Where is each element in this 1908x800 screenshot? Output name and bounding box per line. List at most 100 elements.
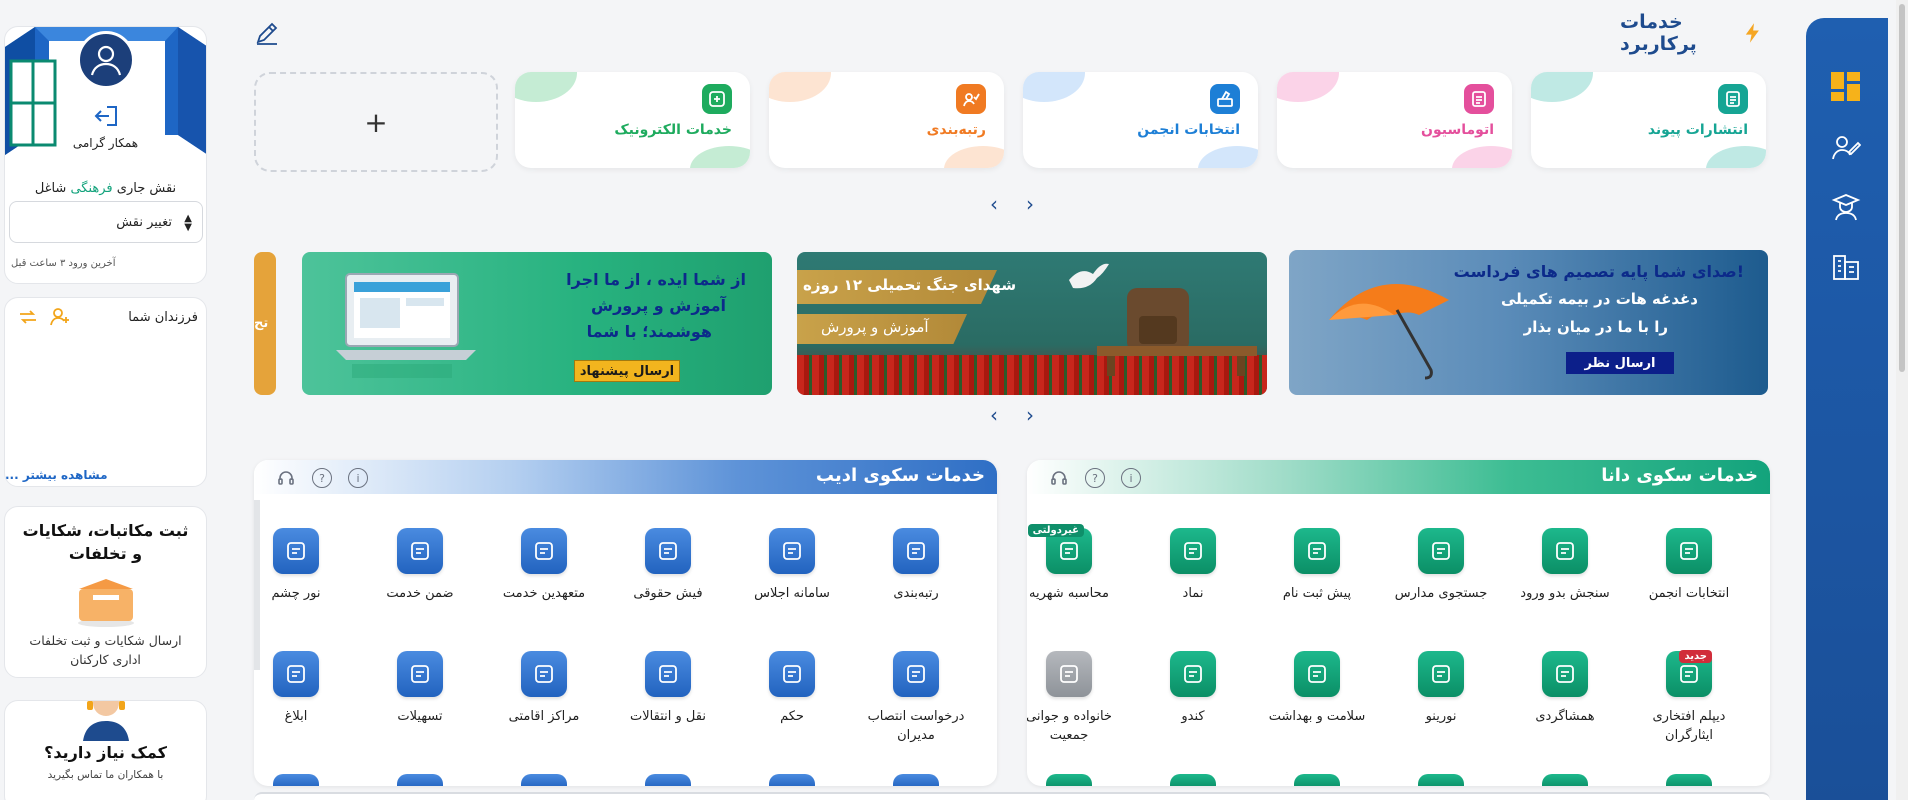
avatar[interactable] [77,31,135,89]
service-item[interactable]: حکم [730,651,854,727]
service-label: همشاگردی [1535,709,1595,724]
service-item[interactable]: نقل و انتقالات [606,651,730,727]
add-child-icon[interactable] [49,306,71,328]
service-item[interactable]: کندو [1131,651,1255,727]
service-icon [1294,774,1340,786]
service-icon [1170,774,1216,786]
service-icon [1542,651,1588,697]
favorite-card[interactable]: رتبه‌بندی [769,72,1004,168]
page-scrollbar[interactable] [1896,0,1908,800]
banner-martyrs[interactable]: شهدای جنگ تحمیلی ۱۲ روزه آموزش و پرورش [797,252,1267,395]
service-item[interactable]: فیش حقوقی [606,528,730,604]
service-item[interactable]: سنجش بدو ورود [1503,528,1627,604]
service-item[interactable]: مراکز اقامتی [482,651,606,727]
service-item[interactable]: ضمن خدمت [358,528,482,604]
service-icon [769,651,815,697]
teacher-icon[interactable] [1827,128,1865,166]
service-item[interactable]: سلامت و بهداشت [1255,651,1379,727]
service-item[interactable]: درخواست انتصاب مدیران [854,651,978,746]
change-role-select[interactable]: تغییر نقش ▲ ▼ [9,201,203,243]
service-icon [1210,84,1240,114]
chevron-left-icon[interactable]: ‹ [986,192,1002,216]
service-icon [1666,774,1712,786]
service-item[interactable]: دیپلم افتخاری ایثارگران [1627,651,1751,746]
refresh-icon[interactable] [17,306,39,328]
adib-services-panel: خدمات سکوی ادیب i ? رتبه‌بندی سامانه اجلا… [254,460,997,786]
service-icon [645,528,691,574]
help-question-icon[interactable]: ? [1085,468,1105,488]
banner-ideas-line1: از شما ایده ، از ما اجرا [566,270,746,289]
chevron-left-icon[interactable]: ‹ [986,403,1002,427]
service-icon [521,774,567,786]
service-item[interactable]: تسهیلات [358,651,482,727]
scrollbar-thumb[interactable] [1899,4,1905,372]
lightning-icon [1746,23,1760,43]
complaint-card[interactable]: ثبت مکاتبات، شکایات و تخلفات ارسال شکایا… [4,506,207,678]
banner-ideas[interactable]: از شما ایده ، از ما اجرا آموزش و پرورش ه… [302,252,772,395]
service-item[interactable]: ابلاغ [254,651,358,727]
card-decoration [769,72,831,102]
headset-icon[interactable] [1049,468,1069,488]
favorite-card-label: رتبه‌بندی [926,122,986,138]
service-label: مراکز اقامتی [508,709,580,724]
service-label: رتبه‌بندی [893,586,939,601]
service-item[interactable]: همشاگردی [1503,651,1627,727]
new-badge: جدید [1679,650,1712,663]
chevron-right-icon[interactable]: › [1022,192,1038,216]
service-item[interactable]: جستجوی مدارس [1379,528,1503,604]
service-icon [1294,651,1340,697]
service-icon [273,774,319,786]
card-decoration [944,146,1004,168]
banner-martyrs-title: شهدای جنگ تحمیلی ۱۲ روزه [803,276,1017,294]
service-icon [1046,774,1092,786]
user-avatar-icon [90,45,122,76]
card-decoration [1277,72,1339,102]
support-agent-icon [83,701,129,741]
add-favorite-button[interactable]: + [254,72,498,172]
service-item[interactable]: رتبه‌بندی [854,528,978,604]
card-decoration [1198,146,1258,168]
banner-peek[interactable]: تح [254,252,276,395]
service-icon [1418,651,1464,697]
student-icon[interactable] [1827,188,1865,226]
school-building-icon[interactable] [1827,248,1865,286]
banner-insurance[interactable]: صدای شما پایه تصمیم های فرداست! دغدغه ها… [1289,250,1768,395]
select-caret-icon: ▲ ▼ [184,213,192,233]
service-item[interactable]: خانواده و جوانی جمعیت [1027,651,1131,746]
service-item[interactable]: انتخابات انجمن [1627,528,1751,604]
favorite-card[interactable]: اتوماسیون [1277,72,1512,168]
favorite-card[interactable]: انتخابات انجمن [1023,72,1258,168]
service-label: نورینو [1425,709,1457,724]
logout-icon[interactable] [93,103,121,129]
service-item[interactable]: نماد [1131,528,1255,604]
banner-peek-text: تح [254,316,269,331]
dashboard-icon[interactable] [1827,68,1865,106]
card-decoration [1531,72,1593,102]
service-label: سلامت و بهداشت [1268,709,1366,724]
service-icon [956,84,986,114]
see-more-link[interactable]: مشاهده بیشتر ... [5,468,108,482]
banner-ideas-line3: هوشمند؛ با شما [586,322,712,341]
service-item[interactable]: نورینو [1379,651,1503,727]
help-question-icon[interactable]: ? [312,468,332,488]
help-card[interactable]: کمک نیاز دارید؟ با همکاران ما تماس بگیری… [4,700,207,800]
banner-insurance-button[interactable]: ارسال نظر [1566,352,1674,374]
edit-pencil-icon[interactable] [254,20,282,48]
service-item[interactable]: محاسبه شهریه [1027,528,1131,604]
chevron-right-icon[interactable]: › [1022,403,1038,427]
service-item[interactable]: نور چشم [254,528,358,604]
favorite-card[interactable]: خدمات الکترونیک [515,72,750,168]
banners-pager: ‹ › [986,403,1038,427]
service-icon [769,528,815,574]
card-decoration [1706,146,1766,168]
banner-ideas-button[interactable]: ارسال پیشنهاد [574,360,680,382]
service-icon [1294,528,1340,574]
headset-icon[interactable] [276,468,296,488]
service-item[interactable]: متعهدین خدمت [482,528,606,604]
service-item[interactable]: پیش ثبت نام [1255,528,1379,604]
info-icon[interactable]: i [1121,468,1141,488]
service-item[interactable]: سامانه اجلاس [730,528,854,604]
info-icon[interactable]: i [348,468,368,488]
service-label: نقل و انتقالات [630,709,706,724]
favorite-card[interactable]: انتشارات پیوند [1531,72,1766,168]
